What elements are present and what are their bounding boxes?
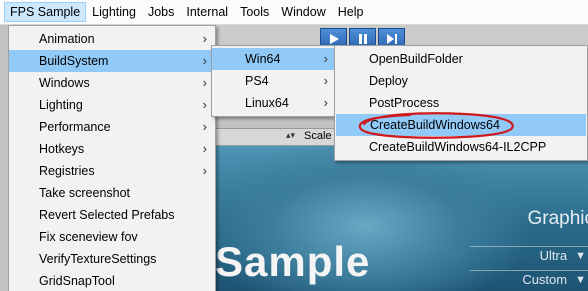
menubar-lighting[interactable]: Lighting xyxy=(86,2,142,22)
menu-item-label: Revert Selected Prefabs xyxy=(39,208,175,222)
chevron-right-icon: › xyxy=(202,97,207,112)
menu-item-revert-selected-prefabs[interactable]: Revert Selected Prefabs xyxy=(9,204,215,226)
menu-item-take-screenshot[interactable]: Take screenshot xyxy=(9,182,215,204)
menu-item-win64[interactable]: Win64 › xyxy=(212,48,336,70)
menu-item-label: Animation xyxy=(39,32,95,46)
menu-item-registries[interactable]: Registries › xyxy=(9,160,215,182)
menu-item-lighting[interactable]: Lighting › xyxy=(9,94,215,116)
chevron-right-icon: › xyxy=(202,31,207,46)
menu-item-animation[interactable]: Animation › xyxy=(9,28,215,50)
menu-item-label: Lighting xyxy=(39,98,83,112)
sort-arrows-icon[interactable]: ▴▾ xyxy=(286,130,295,141)
buildsystem-submenu: Win64 › PS4 › Linux64 › xyxy=(211,45,337,117)
menubar-help[interactable]: Help xyxy=(332,2,370,22)
menu-item-label: CreateBuildWindows64 xyxy=(370,118,500,132)
menu-item-label: VerifyTextureSettings xyxy=(39,252,157,266)
game-title-text: Sample xyxy=(215,238,371,285)
menu-item-deploy[interactable]: Deploy xyxy=(335,70,587,92)
step-icon xyxy=(386,34,397,44)
menu-item-label: PostProcess xyxy=(369,96,440,110)
menu-item-label: Fix sceneview fov xyxy=(39,230,138,244)
menubar-tools[interactable]: Tools xyxy=(234,2,275,22)
menu-item-hotkeys[interactable]: Hotkeys › xyxy=(9,138,215,160)
win64-submenu: OpenBuildFolder Deploy PostProcess Creat… xyxy=(334,45,588,161)
menu-item-label: PS4 xyxy=(245,74,269,88)
chevron-right-icon: › xyxy=(202,163,207,178)
caret-down-icon: ▼ xyxy=(575,249,586,262)
menubar-internal[interactable]: Internal xyxy=(180,2,234,22)
menu-item-linux64[interactable]: Linux64 › xyxy=(212,92,336,114)
chevron-right-icon: › xyxy=(202,119,207,134)
chevron-right-icon: › xyxy=(323,73,328,88)
menubar-window[interactable]: Window xyxy=(275,2,331,22)
chevron-right-icon: › xyxy=(323,51,328,66)
menubar-fps-sample[interactable]: FPS Sample xyxy=(4,2,87,22)
menu-item-performance[interactable]: Performance › xyxy=(9,116,215,138)
chevron-right-icon: › xyxy=(202,75,207,90)
scale-label: Scale xyxy=(304,130,332,142)
preset-dropdown[interactable]: Custom ▼ xyxy=(522,272,586,287)
game-view: Sample Graphic Ultra ▼ Custom ▼ xyxy=(215,146,588,291)
menu-item-label: Windows xyxy=(39,76,90,90)
menu-item-label: Deploy xyxy=(369,74,408,88)
unity-editor-window: ▴▾ Scale Sample Graphic Ultra ▼ Custom ▼… xyxy=(0,0,588,291)
menu-item-label: Registries xyxy=(39,164,95,178)
caret-down-icon: ▼ xyxy=(575,273,586,286)
pause-icon xyxy=(358,34,367,44)
menu-item-fix-sceneview-fov[interactable]: Fix sceneview fov xyxy=(9,226,215,248)
menu-item-buildsystem[interactable]: BuildSystem › xyxy=(9,50,215,72)
menu-item-grid-snap-tool[interactable]: GridSnapTool xyxy=(9,270,215,291)
quality-value: Ultra xyxy=(539,248,568,263)
menu-item-create-build-windows64-il2cpp[interactable]: CreateBuildWindows64-IL2CPP xyxy=(335,136,587,158)
menu-item-label: Hotkeys xyxy=(39,142,85,156)
menu-item-label: Take screenshot xyxy=(39,186,131,200)
option-divider xyxy=(470,246,588,247)
fps-sample-menu: Animation › BuildSystem › Windows › Ligh… xyxy=(8,25,216,291)
menu-item-post-process[interactable]: PostProcess xyxy=(335,92,587,114)
option-divider xyxy=(470,270,588,271)
menu-item-windows[interactable]: Windows › xyxy=(9,72,215,94)
menubar-jobs[interactable]: Jobs xyxy=(142,2,180,22)
play-icon xyxy=(329,34,339,44)
menu-item-ps4[interactable]: PS4 › xyxy=(212,70,336,92)
menu-item-label: Performance xyxy=(39,120,111,134)
chevron-right-icon: › xyxy=(202,53,207,68)
quality-dropdown[interactable]: Ultra ▼ xyxy=(540,248,586,263)
chevron-right-icon: › xyxy=(323,95,328,110)
menu-item-create-build-windows64[interactable]: CreateBuildWindows64 xyxy=(336,114,586,136)
menu-item-label: BuildSystem xyxy=(39,54,109,68)
menubar: FPS Sample Lighting Jobs Internal Tools … xyxy=(0,0,588,25)
menu-item-label: Win64 xyxy=(245,52,281,66)
preset-value: Custom xyxy=(522,272,568,287)
menu-item-verify-texture-settings[interactable]: VerifyTextureSettings xyxy=(9,248,215,270)
chevron-right-icon: › xyxy=(202,141,207,156)
menu-item-label: GridSnapTool xyxy=(39,274,115,288)
menu-item-label: OpenBuildFolder xyxy=(369,52,463,66)
graphics-label: Graphic xyxy=(527,208,588,229)
menu-item-open-build-folder[interactable]: OpenBuildFolder xyxy=(335,48,587,70)
menu-item-label: CreateBuildWindows64-IL2CPP xyxy=(369,140,547,154)
menu-item-label: Linux64 xyxy=(245,96,289,110)
